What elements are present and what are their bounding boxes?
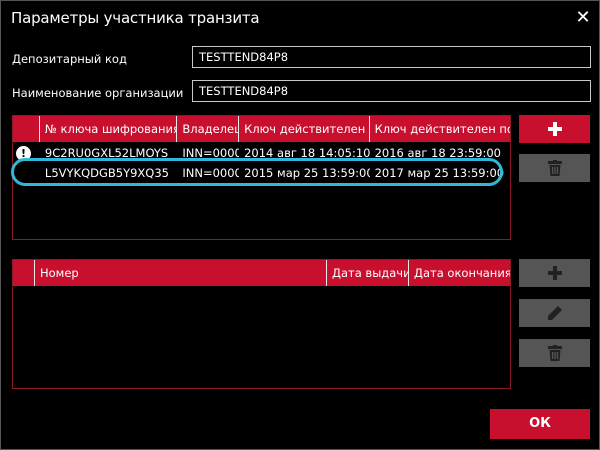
delete-key-button[interactable] [519, 154, 590, 182]
keys-header-valid-to[interactable]: Ключ действителен по [370, 116, 510, 142]
keys-header-icon-column [13, 116, 40, 142]
documents-table: Номер Дата выдачи Дата окончания [12, 259, 511, 389]
keys-header-owner[interactable]: Владелец [177, 116, 240, 142]
trash-icon [547, 160, 562, 176]
add-key-button[interactable] [519, 115, 590, 143]
valid-to-cell: 2017 мар 25 13:59:00 [374, 166, 505, 180]
key-number-cell: 9C2RU0GXL52LMOYS [44, 146, 169, 160]
owner-cell: INN=00000 [182, 166, 239, 180]
key-number-cell: L5VYKQDGB5Y9XQ35 [44, 166, 169, 180]
keys-table-header: № ключа шифрования Владелец Ключ действи… [13, 116, 510, 142]
pencil-icon [547, 306, 562, 320]
docs-header-icon-column [13, 260, 35, 286]
row-status-cell: ! [13, 143, 40, 164]
warning-icon: ! [16, 146, 31, 161]
add-document-button[interactable] [519, 259, 590, 287]
plus-icon [547, 122, 562, 136]
trash-icon [547, 345, 562, 361]
docs-header-issue-date[interactable]: Дата выдачи [327, 260, 409, 286]
valid-from-cell: 2015 мар 25 13:59:00 [244, 166, 370, 180]
docs-header-end-date[interactable]: Дата окончания [409, 260, 510, 286]
row-status-cell [13, 163, 40, 184]
transit-participant-dialog: Параметры участника транзита ✕ Депозитар… [0, 0, 600, 450]
plus-icon [547, 266, 562, 280]
keys-header-valid-from[interactable]: Ключ действителен с [239, 116, 370, 142]
depository-code-label: Депозитарный код [12, 52, 127, 66]
depository-code-field[interactable] [192, 46, 591, 68]
valid-to-cell: 2016 авг 18 23:59:00 [374, 146, 501, 160]
docs-table-header: Номер Дата выдачи Дата окончания [13, 260, 510, 286]
edit-document-button[interactable] [519, 299, 590, 327]
valid-from-cell: 2014 авг 18 14:05:10 [244, 146, 370, 160]
organization-name-field[interactable] [192, 80, 591, 102]
ok-button[interactable]: ОК [490, 409, 590, 439]
owner-cell: INN=00000 [182, 146, 239, 160]
table-row[interactable]: ! 9C2RU0GXL52LMOYS INN=00000 2014 авг 18… [13, 143, 510, 164]
organization-name-label: Наименование организации [12, 86, 184, 100]
delete-document-button[interactable] [519, 339, 590, 367]
table-row[interactable]: L5VYKQDGB5Y9XQ35 INN=00000 2015 мар 25 1… [13, 163, 510, 184]
close-icon[interactable]: ✕ [573, 8, 593, 28]
keys-header-key-number[interactable]: № ключа шифрования [40, 116, 178, 142]
encryption-keys-table: № ключа шифрования Владелец Ключ действи… [12, 115, 511, 240]
docs-header-number[interactable]: Номер [35, 260, 327, 286]
dialog-title: Параметры участника транзита [11, 9, 260, 27]
